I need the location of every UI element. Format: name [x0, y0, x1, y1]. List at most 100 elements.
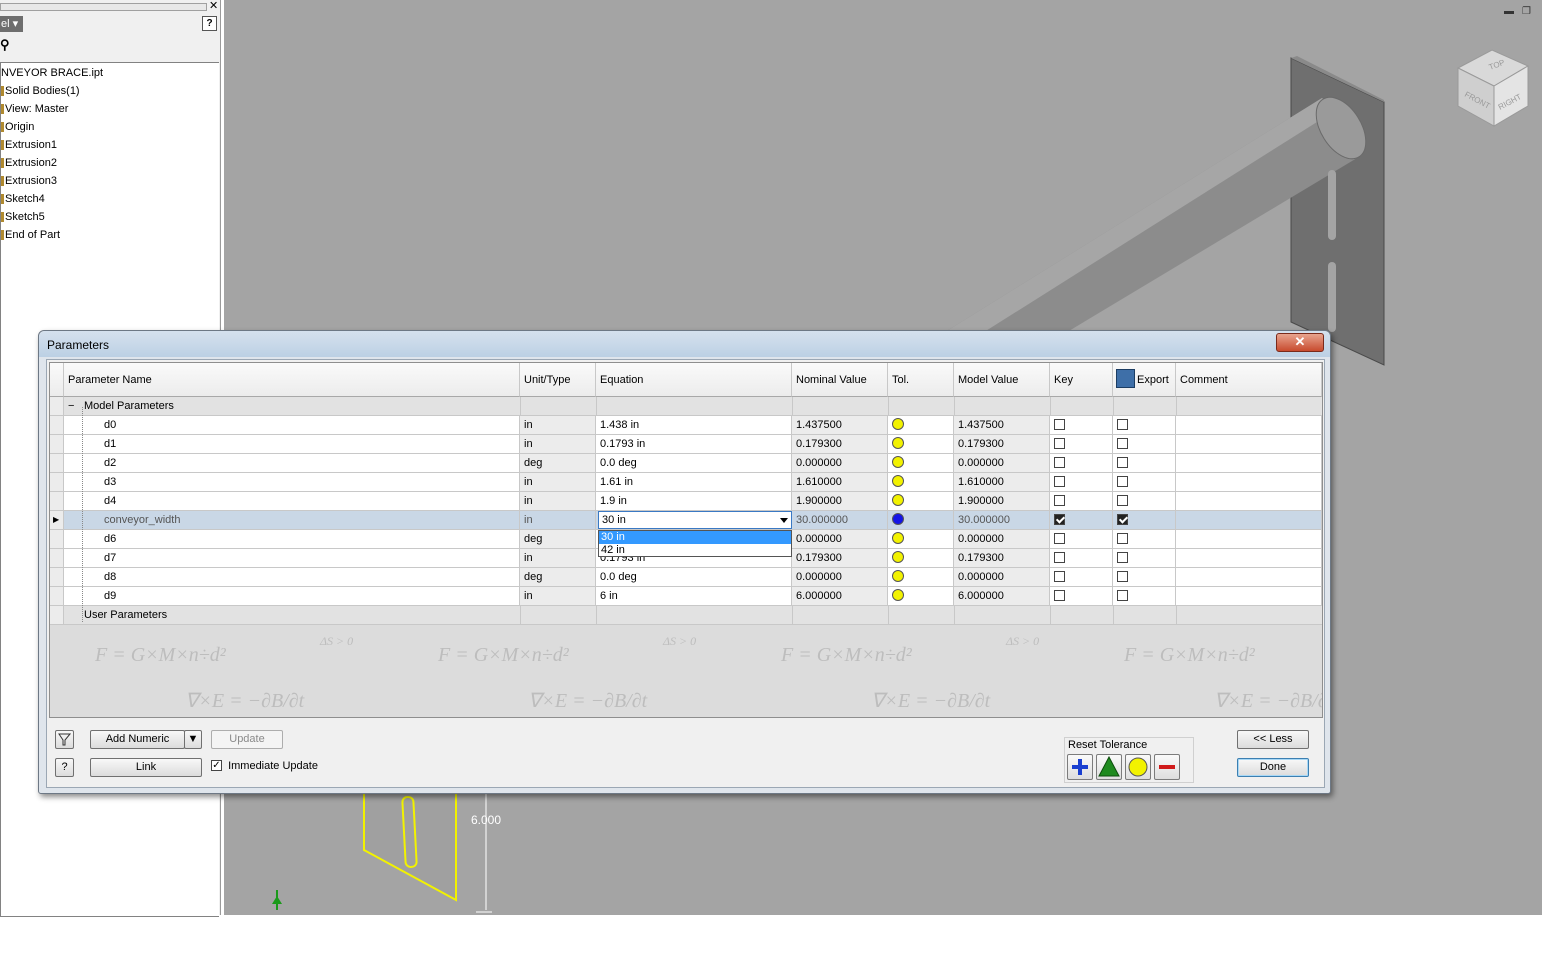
- column-header-nominal[interactable]: Nominal Value: [792, 363, 888, 397]
- cell-comment[interactable]: [1176, 473, 1322, 492]
- row-selector[interactable]: [50, 606, 64, 625]
- row-selector[interactable]: [50, 549, 64, 568]
- link-button[interactable]: Link: [90, 758, 202, 777]
- column-header-unit[interactable]: Unit/Type: [520, 363, 596, 397]
- tree-node[interactable]: View: Master: [1, 100, 68, 118]
- tree-node[interactable]: Sketch5: [1, 208, 45, 226]
- cell-export[interactable]: [1113, 416, 1176, 435]
- row-selector[interactable]: [50, 587, 64, 606]
- cell-tolerance[interactable]: [888, 435, 954, 454]
- dialog-titlebar[interactable]: Parameters ✕: [39, 331, 1330, 357]
- cell-comment[interactable]: [1176, 568, 1322, 587]
- find-binoculars-icon[interactable]: ⚲: [0, 38, 10, 52]
- immediate-update-option[interactable]: ✓ Immediate Update: [211, 759, 318, 772]
- export-checkbox[interactable]: [1117, 437, 1128, 449]
- cell-export[interactable]: [1113, 454, 1176, 473]
- cell-export[interactable]: [1113, 530, 1176, 549]
- dropdown-option[interactable]: 42 in: [599, 544, 791, 557]
- row-selector[interactable]: [50, 530, 64, 549]
- tolerance-indicator-icon[interactable]: [892, 418, 904, 431]
- cell-name[interactable]: d9: [64, 587, 520, 606]
- cell-tolerance[interactable]: [888, 511, 954, 530]
- row-selector[interactable]: [50, 473, 64, 492]
- cell-comment[interactable]: [1176, 492, 1322, 511]
- tolerance-indicator-icon[interactable]: [892, 589, 904, 602]
- update-button[interactable]: Update: [211, 730, 283, 749]
- key-checkbox[interactable]: [1054, 418, 1065, 430]
- cell-key[interactable]: [1050, 416, 1113, 435]
- lower-tolerance-button[interactable]: [1154, 754, 1180, 780]
- cell-comment[interactable]: [1176, 416, 1322, 435]
- add-numeric-dropdown[interactable]: ▼: [184, 730, 202, 749]
- filter-button[interactable]: [55, 730, 74, 749]
- row-selector[interactable]: [50, 568, 64, 587]
- viewport-minimize-icon[interactable]: ▬: [1504, 6, 1514, 17]
- tolerance-indicator-icon[interactable]: [892, 494, 904, 507]
- cell-name[interactable]: d4: [64, 492, 520, 511]
- immediate-update-checkbox[interactable]: ✓: [211, 759, 222, 771]
- cell-equation[interactable]: 1.9 in: [596, 492, 792, 511]
- export-checkbox[interactable]: [1117, 570, 1128, 582]
- cell-export[interactable]: [1113, 473, 1176, 492]
- cell-comment[interactable]: [1176, 435, 1322, 454]
- cell-key[interactable]: [1050, 511, 1113, 530]
- cell-equation[interactable]: 0.1793 in: [596, 435, 792, 454]
- cell-tolerance[interactable]: [888, 549, 954, 568]
- cell-export[interactable]: [1113, 435, 1176, 454]
- collapse-icon[interactable]: −: [68, 397, 74, 415]
- export-checkbox[interactable]: [1117, 532, 1128, 544]
- tolerance-indicator-icon[interactable]: [892, 532, 904, 545]
- equation-combobox[interactable]: 30 in: [598, 511, 792, 529]
- export-checkbox[interactable]: [1117, 494, 1128, 506]
- key-checkbox[interactable]: [1054, 456, 1065, 468]
- cell-name[interactable]: d8: [64, 568, 520, 587]
- dialog-close-button[interactable]: ✕: [1276, 333, 1324, 352]
- tree-node[interactable]: End of Part: [1, 226, 60, 244]
- export-checkbox[interactable]: [1117, 513, 1128, 525]
- cell-name[interactable]: d2: [64, 454, 520, 473]
- cell-key[interactable]: [1050, 473, 1113, 492]
- cell-export[interactable]: [1113, 511, 1176, 530]
- cell-name[interactable]: conveyor_width: [64, 511, 520, 530]
- viewcube-icon[interactable]: TOP FRONT RIGHT: [1452, 48, 1532, 130]
- column-header-key[interactable]: Key: [1050, 363, 1113, 397]
- row-selector[interactable]: [50, 435, 64, 454]
- viewport-restore-icon[interactable]: ❐: [1522, 6, 1531, 17]
- key-checkbox[interactable]: [1054, 513, 1065, 525]
- done-button[interactable]: Done: [1237, 758, 1309, 777]
- row-selector[interactable]: [50, 397, 64, 416]
- column-header-model[interactable]: Model Value: [954, 363, 1050, 397]
- cell-key[interactable]: [1050, 530, 1113, 549]
- key-checkbox[interactable]: [1054, 589, 1065, 601]
- cell-tolerance[interactable]: [888, 568, 954, 587]
- cell-export[interactable]: [1113, 492, 1176, 511]
- cell-key[interactable]: [1050, 587, 1113, 606]
- tolerance-indicator-icon[interactable]: [892, 456, 904, 469]
- row-selector[interactable]: [50, 454, 64, 473]
- key-checkbox[interactable]: [1054, 437, 1065, 449]
- cell-name[interactable]: d0: [64, 416, 520, 435]
- browser-close-icon[interactable]: ✕: [209, 0, 218, 12]
- help-button[interactable]: ?: [55, 758, 74, 777]
- cell-name[interactable]: d3: [64, 473, 520, 492]
- cell-comment[interactable]: [1176, 511, 1322, 530]
- cell-equation[interactable]: 1.61 in: [596, 473, 792, 492]
- cell-name[interactable]: d1: [64, 435, 520, 454]
- tree-node[interactable]: Extrusion2: [1, 154, 57, 172]
- column-header-tolerance[interactable]: Tol.: [888, 363, 954, 397]
- export-checkbox[interactable]: [1117, 456, 1128, 468]
- browser-title-scrollbar[interactable]: [0, 3, 207, 11]
- export-checkbox[interactable]: [1117, 551, 1128, 563]
- key-checkbox[interactable]: [1054, 532, 1065, 544]
- cell-tolerance[interactable]: [888, 587, 954, 606]
- cell-name[interactable]: d6: [64, 530, 520, 549]
- cell-equation[interactable]: 0.0 deg: [596, 568, 792, 587]
- cell-tolerance[interactable]: [888, 530, 954, 549]
- add-numeric-button[interactable]: Add Numeric: [90, 730, 185, 749]
- cell-tolerance[interactable]: [888, 473, 954, 492]
- column-header-comment[interactable]: Comment: [1176, 363, 1322, 397]
- cell-comment[interactable]: [1176, 454, 1322, 473]
- column-header-export[interactable]: Export: [1113, 363, 1176, 397]
- cell-tolerance[interactable]: [888, 454, 954, 473]
- cell-equation[interactable]: 0.0 deg: [596, 454, 792, 473]
